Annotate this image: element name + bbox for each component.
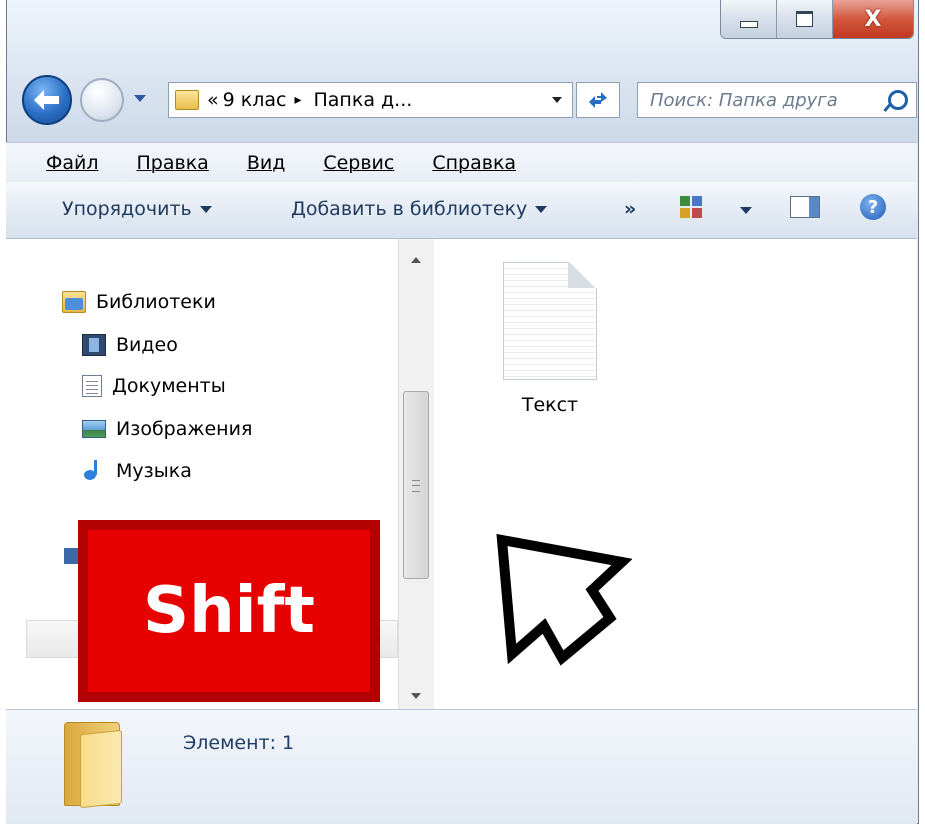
mouse-cursor-icon	[496, 533, 632, 666]
menu-tools[interactable]: Сервис	[323, 152, 394, 174]
address-chevrons[interactable]: «	[207, 89, 219, 111]
folder-icon	[175, 90, 199, 110]
menu-help[interactable]: Справка	[432, 152, 516, 174]
shift-key-label: Shift	[142, 574, 316, 648]
shift-key-overlay: Shift	[78, 520, 380, 702]
organize-button[interactable]: Упорядочить	[62, 198, 212, 220]
breadcrumb-separator-icon[interactable]: ▸	[294, 92, 301, 108]
nav-item-video[interactable]: Видео	[82, 334, 178, 356]
help-icon[interactable]: ?	[860, 194, 886, 220]
command-bar: Упорядочить Добавить в библиотеку »	[6, 182, 917, 239]
video-icon	[82, 334, 106, 356]
caption-buttons: X	[720, 0, 914, 39]
refresh-icon	[589, 92, 607, 108]
minimize-button[interactable]	[721, 0, 777, 38]
file-name[interactable]: Текст	[503, 394, 597, 416]
menu-view[interactable]: Вид	[247, 152, 286, 174]
nav-item-music-label: Музыка	[116, 460, 192, 482]
menu-file[interactable]: Файл	[46, 152, 99, 174]
folder-icon	[64, 722, 124, 809]
search-input[interactable]: Поиск: Папка друга	[637, 82, 917, 118]
close-icon: X	[864, 6, 882, 32]
nav-scrollbar[interactable]	[398, 239, 434, 709]
maximize-icon	[796, 11, 813, 27]
organize-dropdown-icon	[199, 206, 212, 213]
grip-icon	[412, 480, 420, 492]
scroll-thumb[interactable]	[403, 391, 429, 579]
title-bar: X	[7, 0, 918, 142]
more-commands-button[interactable]: »	[624, 198, 636, 220]
music-icon	[82, 460, 106, 482]
details-pane	[6, 709, 917, 824]
change-view-icon[interactable]	[680, 196, 702, 218]
menu-bar: Файл Правка Вид Сервис Справка	[6, 142, 917, 184]
breadcrumb-9-klas[interactable]: 9 клас	[223, 89, 287, 111]
add-to-library-dropdown-icon	[535, 206, 548, 213]
add-to-library-button[interactable]: Добавить в библиотеку	[291, 198, 548, 220]
nav-item-images-label: Изображения	[116, 418, 253, 440]
minimize-icon	[739, 20, 758, 28]
back-button[interactable]	[22, 75, 72, 125]
nav-item-images[interactable]: Изображения	[82, 418, 252, 440]
file-fold-corner	[568, 262, 597, 288]
forward-button[interactable]	[80, 78, 124, 122]
nav-item-music[interactable]: Музыка	[82, 460, 192, 482]
address-bar[interactable]: « 9 клас ▸ Папка д...	[168, 82, 573, 118]
nav-item-documents-label: Документы	[112, 375, 226, 397]
views-dropdown-icon[interactable]	[740, 207, 752, 214]
close-button[interactable]: X	[833, 0, 913, 38]
nav-item-video-label: Видео	[116, 334, 178, 356]
nav-item-documents[interactable]: Документы	[82, 375, 226, 397]
preview-pane-icon[interactable]	[790, 196, 820, 218]
scroll-down-icon[interactable]	[411, 693, 421, 699]
add-to-library-label: Добавить в библиотеку	[291, 198, 528, 220]
recent-pages-dropdown-icon[interactable]	[134, 95, 146, 102]
refresh-button[interactable]	[576, 82, 620, 118]
back-arrow-icon	[34, 90, 59, 110]
breadcrumb-current-folder[interactable]: Папка д...	[314, 89, 413, 111]
text-file-icon[interactable]	[503, 262, 597, 380]
documents-icon	[82, 375, 102, 397]
nav-item-libraries-label: Библиотеки	[96, 291, 216, 313]
address-dropdown-icon[interactable]	[552, 97, 562, 103]
folder-front	[80, 729, 122, 809]
search-icon[interactable]	[888, 90, 908, 110]
computer-icon[interactable]	[64, 548, 78, 564]
organize-label: Упорядочить	[62, 198, 192, 220]
maximize-button[interactable]	[777, 0, 833, 38]
libraries-icon	[62, 291, 86, 313]
scroll-up-icon[interactable]	[411, 257, 421, 263]
search-placeholder: Поиск: Папка друга	[650, 89, 838, 111]
nav-item-libraries[interactable]: Библиотеки	[62, 291, 216, 313]
images-icon	[82, 420, 106, 438]
status-item-count: Элемент: 1	[183, 732, 295, 754]
menu-edit[interactable]: Правка	[137, 152, 209, 174]
